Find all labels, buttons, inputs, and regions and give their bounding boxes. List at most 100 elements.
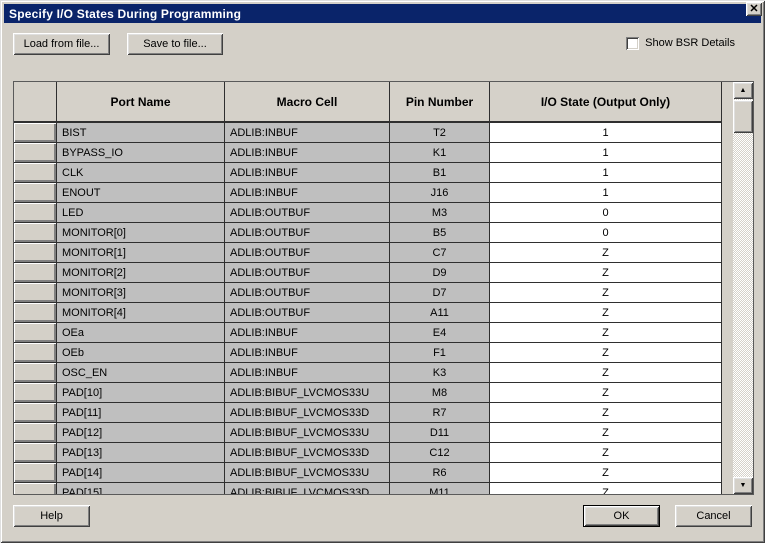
cell-macro-cell: ADLIB:INBUF [225, 343, 390, 363]
table-row: MONITOR[3] ADLIB:OUTBUF D7 Z [14, 283, 722, 303]
scroll-down-icon[interactable]: ▼ [733, 477, 753, 494]
table-row: BYPASS_IO ADLIB:INBUF K1 1 [14, 143, 722, 163]
cell-port-name: PAD[13] [57, 443, 225, 463]
cell-io-state[interactable]: Z [490, 423, 722, 443]
cell-macro-cell: ADLIB:INBUF [225, 163, 390, 183]
cell-pin-number: B5 [390, 223, 490, 243]
cell-io-state[interactable]: Z [490, 243, 722, 263]
cell-macro-cell: ADLIB:INBUF [225, 123, 390, 143]
cell-macro-cell: ADLIB:OUTBUF [225, 303, 390, 323]
cell-port-name: MONITOR[3] [57, 283, 225, 303]
vertical-scrollbar[interactable]: ▲ ▼ [733, 82, 753, 494]
cell-io-state[interactable]: 0 [490, 223, 722, 243]
row-selector[interactable] [14, 163, 57, 183]
cell-port-name: PAD[11] [57, 403, 225, 423]
cell-io-state[interactable]: 0 [490, 203, 722, 223]
header-io-state: I/O State (Output Only) [490, 82, 722, 123]
cancel-button[interactable]: Cancel [675, 505, 752, 527]
row-selector[interactable] [14, 303, 57, 323]
row-selector[interactable] [14, 263, 57, 283]
cell-port-name: LED [57, 203, 225, 223]
row-selector[interactable] [14, 243, 57, 263]
cell-pin-number: M11 [390, 483, 490, 494]
cell-io-state[interactable]: 1 [490, 163, 722, 183]
row-selector[interactable] [14, 343, 57, 363]
cell-macro-cell: ADLIB:OUTBUF [225, 243, 390, 263]
row-selector[interactable] [14, 403, 57, 423]
cell-io-state[interactable]: 1 [490, 183, 722, 203]
row-selector[interactable] [14, 143, 57, 163]
row-selector[interactable] [14, 383, 57, 403]
cell-port-name: BIST [57, 123, 225, 143]
header-port-name: Port Name [57, 82, 225, 123]
cell-port-name: MONITOR[2] [57, 263, 225, 283]
cell-macro-cell: ADLIB:BIBUF_LVCMOS33D [225, 483, 390, 494]
row-selector[interactable] [14, 463, 57, 483]
cell-macro-cell: ADLIB:INBUF [225, 323, 390, 343]
cell-pin-number: M3 [390, 203, 490, 223]
cell-io-state[interactable]: Z [490, 263, 722, 283]
cell-io-state[interactable]: Z [490, 283, 722, 303]
cell-pin-number: E4 [390, 323, 490, 343]
cell-macro-cell: ADLIB:OUTBUF [225, 283, 390, 303]
cell-pin-number: R7 [390, 403, 490, 423]
cell-port-name: PAD[10] [57, 383, 225, 403]
row-selector[interactable] [14, 423, 57, 443]
cell-pin-number: F1 [390, 343, 490, 363]
cell-macro-cell: ADLIB:INBUF [225, 363, 390, 383]
row-selector[interactable] [14, 483, 57, 494]
help-button[interactable]: Help [13, 505, 90, 527]
row-selector[interactable] [14, 203, 57, 223]
cell-port-name: PAD[15] [57, 483, 225, 494]
table-grid: Port Name Macro Cell Pin Number I/O Stat… [14, 82, 722, 494]
load-from-file-button[interactable]: Load from file... [13, 33, 110, 55]
row-selector[interactable] [14, 363, 57, 383]
cell-pin-number: D7 [390, 283, 490, 303]
row-selector[interactable] [14, 283, 57, 303]
cell-port-name: PAD[14] [57, 463, 225, 483]
cell-io-state[interactable]: Z [490, 323, 722, 343]
header-pin-number: Pin Number [390, 82, 490, 123]
row-selector[interactable] [14, 223, 57, 243]
cell-macro-cell: ADLIB:BIBUF_LVCMOS33U [225, 423, 390, 443]
close-icon[interactable]: ✕ [746, 2, 762, 16]
show-bsr-details-checkbox[interactable] [626, 37, 639, 50]
cell-macro-cell: ADLIB:BIBUF_LVCMOS33D [225, 403, 390, 423]
cell-io-state[interactable]: Z [490, 383, 722, 403]
cell-io-state[interactable]: 1 [490, 143, 722, 163]
cell-pin-number: B1 [390, 163, 490, 183]
cell-macro-cell: ADLIB:OUTBUF [225, 223, 390, 243]
cell-io-state[interactable]: Z [490, 343, 722, 363]
table-row: MONITOR[1] ADLIB:OUTBUF C7 Z [14, 243, 722, 263]
scroll-up-icon[interactable]: ▲ [733, 82, 753, 99]
cell-pin-number: C7 [390, 243, 490, 263]
cell-io-state[interactable]: Z [490, 443, 722, 463]
row-selector[interactable] [14, 323, 57, 343]
table-header-row: Port Name Macro Cell Pin Number I/O Stat… [14, 82, 722, 123]
table-row: PAD[11] ADLIB:BIBUF_LVCMOS33D R7 Z [14, 403, 722, 423]
row-selector[interactable] [14, 123, 57, 143]
cell-io-state[interactable]: Z [490, 303, 722, 323]
cell-pin-number: K3 [390, 363, 490, 383]
scrollbar-thumb[interactable] [733, 100, 753, 133]
cell-io-state[interactable]: Z [490, 403, 722, 423]
row-selector[interactable] [14, 183, 57, 203]
table-row: OEa ADLIB:INBUF E4 Z [14, 323, 722, 343]
io-states-table: Port Name Macro Cell Pin Number I/O Stat… [13, 81, 754, 495]
cell-io-state[interactable]: Z [490, 363, 722, 383]
cell-io-state[interactable]: Z [490, 483, 722, 494]
table-row: BIST ADLIB:INBUF T2 1 [14, 123, 722, 143]
cell-pin-number: C12 [390, 443, 490, 463]
table-row: PAD[10] ADLIB:BIBUF_LVCMOS33U M8 Z [14, 383, 722, 403]
cell-io-state[interactable]: 1 [490, 123, 722, 143]
table-row: PAD[15] ADLIB:BIBUF_LVCMOS33D M11 Z [14, 483, 722, 494]
ok-button[interactable]: OK [583, 505, 660, 527]
table-row: LED ADLIB:OUTBUF M3 0 [14, 203, 722, 223]
cell-io-state[interactable]: Z [490, 463, 722, 483]
cell-macro-cell: ADLIB:OUTBUF [225, 263, 390, 283]
cell-port-name: PAD[12] [57, 423, 225, 443]
row-selector[interactable] [14, 443, 57, 463]
cell-port-name: MONITOR[1] [57, 243, 225, 263]
cell-macro-cell: ADLIB:BIBUF_LVCMOS33D [225, 443, 390, 463]
save-to-file-button[interactable]: Save to file... [127, 33, 223, 55]
